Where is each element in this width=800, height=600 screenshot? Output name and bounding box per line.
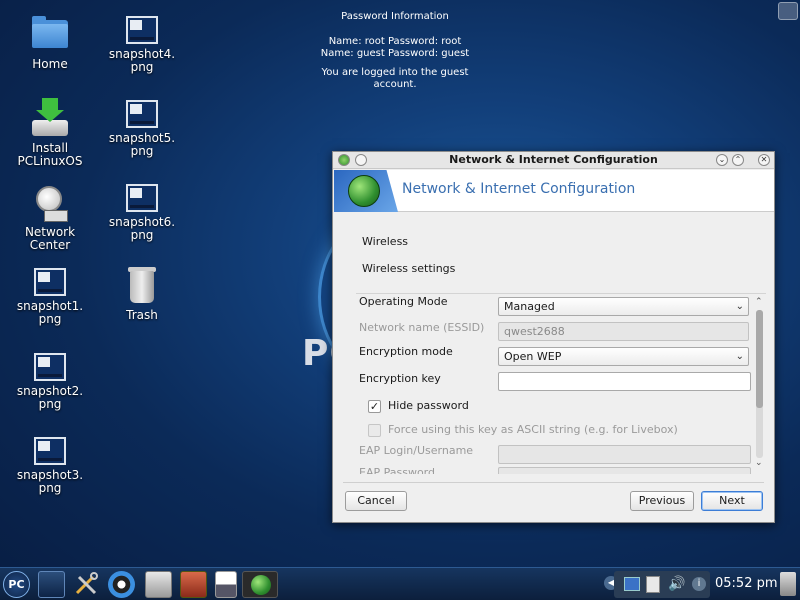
desktop-icon-snapshot4[interactable]: snapshot4. png [99, 16, 185, 74]
info-icon[interactable]: i [692, 577, 706, 591]
desktop-icon-label: Network Center [24, 225, 76, 252]
desktop-icon-trash[interactable]: Trash [99, 265, 185, 322]
system-settings-icon[interactable] [108, 571, 135, 598]
show-desktop-icon[interactable] [38, 571, 65, 598]
scroll-up-icon[interactable]: ⌃ [755, 297, 763, 307]
dialog-titlebar[interactable]: Network & Internet Configuration ⌄ ⌃ ✕ [333, 152, 774, 169]
volume-icon[interactable]: 🔊 [668, 576, 685, 592]
tools-icon[interactable] [73, 571, 100, 598]
maximize-icon[interactable]: ⌃ [732, 154, 744, 166]
operating-mode-value: Managed [504, 300, 555, 313]
image-file-icon [126, 184, 158, 212]
cancel-button[interactable]: Cancel [345, 491, 407, 511]
pin-icon[interactable] [355, 154, 367, 166]
desktop-icon-network-center[interactable]: Network Center [7, 182, 93, 252]
network-name-label: Network name (ESSID) [359, 321, 485, 334]
desktop-icon-label: Home [32, 57, 68, 71]
trash-icon [122, 265, 162, 305]
network-center-icon [30, 182, 70, 222]
desktop-icon-snapshot3[interactable]: snapshot3. png [7, 437, 93, 495]
desktop-icon-snapshot1[interactable]: snapshot1. png [7, 268, 93, 326]
chevron-down-icon: ⌄ [735, 351, 744, 362]
image-file-icon [34, 268, 66, 296]
network-status-icon[interactable] [624, 577, 640, 591]
eap-password-label: EAP Password [359, 466, 435, 474]
eap-password-field[interactable] [498, 467, 751, 474]
clipboard-icon[interactable] [646, 576, 660, 593]
desktop-icon-install[interactable]: Install PCLinuxOS [7, 98, 93, 168]
desktop-icon-label: snapshot2. png [16, 384, 84, 411]
button-separator [343, 482, 764, 483]
install-icon [30, 98, 70, 138]
image-file-icon [126, 16, 158, 44]
password-info-title: Password Information [341, 11, 449, 22]
desktop-icon-label: snapshot5. png [108, 131, 176, 158]
force-ascii-checkbox[interactable] [368, 424, 381, 437]
encryption-mode-select[interactable]: Open WEP ⌄ [498, 347, 749, 366]
desktop-icon-snapshot2[interactable]: snapshot2. png [7, 353, 93, 411]
chevron-down-icon: ⌄ [735, 301, 744, 312]
package-manager-icon[interactable] [180, 571, 207, 598]
desktop-icon-label: Install PCLinuxOS [17, 141, 83, 168]
dialog-header: Network & Internet Configuration [334, 170, 774, 212]
system-tray: 🔊 i [614, 571, 710, 598]
operating-mode-select[interactable]: Managed ⌄ [498, 297, 749, 316]
desktop-corner-button[interactable] [778, 2, 798, 20]
task-network-config[interactable] [242, 571, 278, 598]
eap-login-label: EAP Login/Username [359, 444, 474, 457]
password-info-guest: Name: guest Password: guest [320, 48, 470, 59]
home-folder-icon [30, 14, 70, 54]
close-icon[interactable]: ✕ [758, 154, 770, 166]
password-info-root: Name: root Password: root [328, 35, 462, 47]
desktop-icon-snapshot5[interactable]: snapshot5. png [99, 100, 185, 158]
encryption-mode-label: Encryption mode [359, 345, 453, 358]
encryption-key-label: Encryption key [359, 372, 441, 385]
network-config-dialog: Network & Internet Configuration ⌄ ⌃ ✕ N… [332, 151, 775, 523]
hide-password-checkbox[interactable]: ✓ [368, 400, 381, 413]
password-info: Password Information Name: root Password… [300, 11, 490, 92]
window-title: Network & Internet Configuration [449, 153, 658, 166]
device-notifier-icon[interactable] [780, 572, 796, 596]
desktop-icon-label: snapshot6. png [108, 215, 176, 242]
network-globe-icon [251, 575, 271, 595]
desktop-icon-label: Trash [126, 308, 158, 322]
desktop-icon-label: snapshot1. png [16, 299, 84, 326]
network-name-field[interactable]: qwest2688 [498, 322, 749, 341]
taskbar: PC ◀ 🔊 i 05:52 pm [0, 567, 800, 600]
header-title: Network & Internet Configuration [402, 181, 636, 197]
eap-login-field[interactable] [498, 445, 751, 464]
wireless-settings-form: Operating Mode Managed ⌄ Network name (E… [356, 293, 766, 474]
desktop-icon-label: snapshot4. png [108, 47, 176, 74]
force-ascii-label: Force using this key as ASCII string (e.… [388, 423, 678, 436]
network-globe-icon [348, 175, 380, 207]
pager-icon[interactable] [215, 571, 237, 598]
clock[interactable]: 05:52 pm [715, 576, 778, 591]
image-file-icon [34, 437, 66, 465]
form-scrollbar[interactable]: ⌃ ⌄ [755, 297, 764, 472]
scroll-thumb[interactable] [756, 310, 763, 408]
file-manager-icon[interactable] [145, 571, 172, 598]
application-launcher[interactable]: PC [3, 571, 30, 598]
next-button[interactable]: Next [701, 491, 763, 511]
desktop-icon-snapshot6[interactable]: snapshot6. png [99, 184, 185, 242]
operating-mode-label: Operating Mode [359, 295, 448, 308]
encryption-mode-value: Open WEP [504, 350, 562, 363]
image-file-icon [34, 353, 66, 381]
desktop-icon-home[interactable]: Home [7, 14, 93, 71]
section-wireless: Wireless [362, 235, 409, 248]
encryption-key-field[interactable] [498, 372, 751, 391]
app-menu-icon[interactable] [338, 154, 350, 166]
password-info-logged-in: You are logged into the guest account. [321, 66, 469, 91]
minimize-icon[interactable]: ⌄ [716, 154, 728, 166]
scroll-down-icon[interactable]: ⌄ [755, 458, 763, 468]
hide-password-label: Hide password [388, 399, 469, 412]
previous-button[interactable]: Previous [630, 491, 694, 511]
image-file-icon [126, 100, 158, 128]
desktop-icon-label: snapshot3. png [16, 468, 84, 495]
section-wireless-settings: Wireless settings [362, 262, 456, 275]
